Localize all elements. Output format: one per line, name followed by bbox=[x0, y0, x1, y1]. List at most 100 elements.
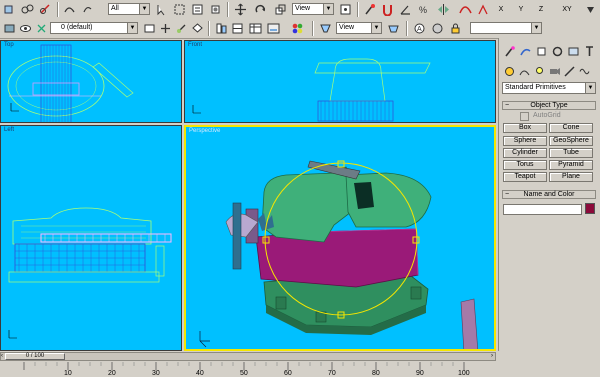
teapot-button[interactable]: Teapot bbox=[503, 172, 547, 182]
select-in-layer-icon[interactable] bbox=[174, 21, 189, 36]
axis-xy-button[interactable]: XY bbox=[556, 2, 578, 17]
viewport-top[interactable]: Top bbox=[0, 40, 182, 123]
select-list-icon[interactable] bbox=[190, 2, 205, 17]
cameras-category-icon[interactable] bbox=[547, 64, 562, 79]
reference-coord-dropdown[interactable]: View ▼ bbox=[292, 3, 334, 15]
select-object-icon[interactable] bbox=[80, 2, 95, 17]
angle-snap-icon[interactable] bbox=[398, 2, 413, 17]
shapes-category-icon[interactable] bbox=[517, 64, 532, 79]
time-slider-thumb[interactable]: 0 / 100 bbox=[5, 353, 65, 360]
visibility-eye-icon[interactable] bbox=[18, 21, 33, 36]
lock-selection-icon[interactable] bbox=[448, 21, 463, 36]
tube-button[interactable]: Tube bbox=[549, 148, 593, 158]
torus-button[interactable]: Torus bbox=[503, 160, 547, 170]
rollout-collapse-icon: − bbox=[505, 191, 510, 198]
axis-y-button[interactable]: Y bbox=[514, 2, 528, 17]
cylinder-button[interactable]: Cylinder bbox=[503, 148, 547, 158]
named-selection-dropdown[interactable]: ▼ bbox=[470, 22, 542, 34]
selection-filter-value: All bbox=[111, 5, 119, 12]
prev-frame-icon[interactable]: ‹ bbox=[1, 353, 5, 360]
spacing-icon[interactable] bbox=[230, 21, 245, 36]
track-view-icon[interactable] bbox=[266, 21, 281, 36]
layer-dropdown[interactable]: 0 (default) ▼ bbox=[50, 22, 138, 34]
bind-space-warp-icon[interactable] bbox=[62, 2, 77, 17]
move-icon[interactable] bbox=[233, 2, 248, 17]
track-bar-ruler bbox=[23, 362, 465, 370]
axis-constraint-icon[interactable] bbox=[476, 2, 491, 17]
select-manipulate-icon[interactable] bbox=[362, 2, 377, 17]
percent-snap-icon[interactable]: % bbox=[416, 2, 431, 17]
scale-icon[interactable] bbox=[273, 2, 288, 17]
create-layer-icon[interactable] bbox=[142, 21, 157, 36]
more-tools-icon[interactable] bbox=[583, 2, 598, 17]
name-color-rollout[interactable]: − Name and Color bbox=[502, 190, 596, 199]
add-to-layer-icon[interactable] bbox=[158, 21, 173, 36]
helpers-category-icon[interactable] bbox=[562, 64, 577, 79]
hierarchy-tab-icon[interactable] bbox=[534, 44, 549, 59]
render-setup-icon[interactable] bbox=[318, 21, 333, 36]
object-name-input[interactable] bbox=[503, 204, 582, 215]
set-current-layer-icon[interactable] bbox=[190, 21, 205, 36]
render-view-value: View bbox=[339, 24, 355, 31]
cone-button[interactable]: Cone bbox=[549, 123, 593, 133]
render-view-dropdown[interactable]: View ▼ bbox=[336, 22, 382, 34]
modify-tab-icon[interactable] bbox=[518, 44, 533, 59]
lights-category-icon[interactable] bbox=[532, 64, 547, 79]
tick-label: 80 bbox=[372, 370, 380, 377]
main-toolbar: All ▼ View ▼ % X Y Z XY bbox=[0, 0, 600, 20]
motion-tab-icon[interactable] bbox=[550, 44, 565, 59]
curve-editor-icon[interactable] bbox=[458, 2, 473, 17]
quick-render-icon[interactable] bbox=[386, 21, 401, 36]
next-frame-icon[interactable]: › bbox=[491, 353, 495, 360]
pivot-center-icon[interactable] bbox=[338, 2, 353, 17]
named-selection-icon[interactable]: A bbox=[412, 21, 427, 36]
time-slider-track[interactable]: 0 / 100 ‹ › bbox=[0, 352, 496, 361]
selection-filter-dropdown[interactable]: All ▼ bbox=[108, 3, 150, 15]
autogrid-checkbox[interactable] bbox=[520, 112, 529, 121]
axis-x-button[interactable]: X bbox=[494, 2, 508, 17]
axis-z-button[interactable]: Z bbox=[534, 2, 548, 17]
tick-label: 90 bbox=[416, 370, 424, 377]
svg-text:%: % bbox=[419, 5, 427, 15]
layer-manager-icon[interactable] bbox=[2, 21, 17, 36]
viewport-front-wireframe bbox=[192, 58, 431, 122]
snap-toggle-icon[interactable] bbox=[380, 2, 395, 17]
vise-model bbox=[199, 160, 479, 349]
rect-region-icon[interactable] bbox=[172, 2, 187, 17]
viewport-front[interactable]: Front bbox=[184, 40, 496, 123]
freeze-icon[interactable] bbox=[34, 21, 49, 36]
chevron-down-icon: ▼ bbox=[531, 23, 541, 33]
object-type-rollout[interactable]: − Object Type bbox=[502, 101, 596, 110]
chevron-down-icon: ▼ bbox=[323, 4, 333, 14]
utilities-tab-icon[interactable] bbox=[582, 44, 597, 59]
category-dropdown[interactable]: Standard Primitives ▼ bbox=[502, 82, 596, 94]
rotate-icon[interactable] bbox=[253, 2, 268, 17]
schematic-view-icon[interactable] bbox=[248, 21, 263, 36]
chevron-down-icon: ▼ bbox=[127, 23, 137, 33]
pyramid-button[interactable]: Pyramid bbox=[549, 160, 593, 170]
unlink-icon[interactable] bbox=[38, 2, 53, 17]
select-link-icon[interactable] bbox=[20, 2, 35, 17]
create-tab-icon[interactable] bbox=[502, 44, 517, 59]
sphere-button[interactable]: Sphere bbox=[503, 136, 547, 146]
box-button[interactable]: Box bbox=[503, 123, 547, 133]
axis-xy-label: XY bbox=[562, 6, 572, 13]
window-crossing-icon[interactable] bbox=[208, 2, 223, 17]
plane-button[interactable]: Plane bbox=[549, 172, 593, 182]
object-color-swatch[interactable] bbox=[585, 203, 595, 214]
tick-label: 70 bbox=[328, 370, 336, 377]
geometry-category-icon[interactable] bbox=[502, 64, 517, 79]
tick-label: 100 bbox=[458, 370, 470, 377]
spacewarps-category-icon[interactable] bbox=[577, 64, 592, 79]
undo-scene-icon[interactable] bbox=[2, 2, 17, 17]
select-by-name-icon[interactable] bbox=[154, 2, 169, 17]
isolate-icon[interactable] bbox=[430, 21, 445, 36]
align-icon[interactable] bbox=[214, 21, 229, 36]
mirror-icon[interactable] bbox=[436, 2, 451, 17]
geosphere-button[interactable]: GeoSphere bbox=[549, 136, 593, 146]
viewport-perspective[interactable]: Perspective bbox=[184, 125, 496, 351]
viewport-left[interactable]: Left bbox=[0, 125, 182, 351]
display-tab-icon[interactable] bbox=[566, 44, 581, 59]
material-editor-icon[interactable] bbox=[290, 21, 305, 36]
axis-x-label: X bbox=[498, 6, 504, 13]
